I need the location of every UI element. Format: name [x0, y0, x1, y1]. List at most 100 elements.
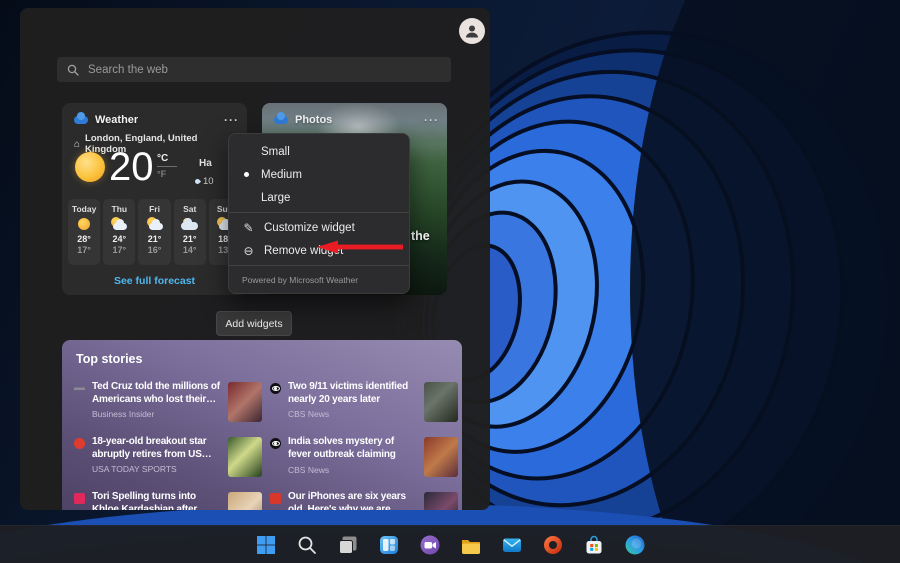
menu-item-large[interactable]: Large: [229, 186, 409, 209]
microsoft-store-button[interactable]: [579, 530, 609, 560]
news-thumbnail: [228, 437, 262, 477]
humidity-row: 10: [195, 176, 214, 187]
news-thumbnail: [424, 382, 458, 422]
news-item[interactable]: Two 9/11 victims identified nearly 20 ye…: [270, 380, 458, 429]
photos-title: Photos: [295, 114, 417, 126]
person-icon: [464, 23, 480, 39]
start-icon: [254, 533, 278, 557]
humidity-value-fragment: 10: [203, 176, 214, 187]
menu-divider: [229, 212, 409, 213]
top-stories-title: Top stories: [76, 352, 142, 366]
current-temp: 20: [109, 145, 154, 189]
task-view-button[interactable]: [333, 530, 363, 560]
news-source: CBS News: [288, 465, 417, 475]
weather-location-row[interactable]: ⌂ London, England, United Kingdom ✎: [74, 133, 237, 155]
menu-item-medium[interactable]: Medium: [229, 163, 409, 186]
news-item[interactable]: India solves mystery of fever outbreak c…: [270, 435, 458, 484]
task-view-icon: [336, 533, 360, 557]
search-icon: [295, 533, 319, 557]
news-thumbnail: [424, 437, 458, 477]
pencil-icon: ✎: [242, 221, 255, 235]
widget-context-menu: Small Medium Large ✎ Customize widget ⊖ …: [228, 133, 410, 294]
news-headline: Our iPhones are six years old. Here's wh…: [288, 490, 417, 510]
avatar[interactable]: [459, 18, 485, 44]
usa-today-sports-icon: [74, 438, 85, 449]
droplet-icon: [194, 178, 201, 185]
forecast-day[interactable]: Sat 21° 14°: [174, 199, 206, 265]
edge-icon: [623, 533, 647, 557]
unit-fahrenheit[interactable]: °F: [157, 169, 177, 179]
weather-location: London, England, United Kingdom: [85, 133, 224, 155]
news-item[interactable]: Our iPhones are six years old. Here's wh…: [270, 490, 458, 510]
taskbar-search-button[interactable]: [292, 530, 322, 560]
weather-title: Weather: [95, 114, 217, 126]
cbs-news-icon: [270, 383, 281, 394]
home-icon: ⌂: [74, 139, 80, 150]
taskbar: [0, 525, 900, 563]
mail-icon: [500, 533, 524, 557]
partly-cloudy-icon: [109, 217, 129, 232]
weather-widget[interactable]: Weather ··· ⌂ London, England, United Ki…: [62, 103, 247, 295]
top-stories-grid: Ted Cruz told the millions of Americans …: [74, 380, 458, 510]
office-icon: [541, 533, 565, 557]
news-headline: 18-year-old breakout star abruptly retir…: [92, 435, 221, 461]
news-headline: Tori Spelling turns into Khloe Kardashia…: [92, 490, 221, 510]
chat-button[interactable]: [415, 530, 445, 560]
photos-header: Photos ···: [274, 111, 439, 129]
forecast-day[interactable]: Fri 21° 16°: [138, 199, 170, 265]
top-stories-widget: Top stories Ted Cruz told the millions o…: [62, 340, 462, 510]
news-source: USA TODAY SPORTS: [92, 464, 221, 474]
weather-logo-icon: [74, 116, 88, 124]
news-source: Business Insider: [92, 409, 221, 419]
business-insider-icon: [74, 383, 85, 394]
widgets-button[interactable]: [374, 530, 404, 560]
unit-toggle[interactable]: °C °F: [157, 153, 177, 179]
remove-circle-icon: ⊖: [242, 244, 255, 258]
weather-header: Weather ···: [74, 111, 239, 129]
cbs-news-icon: [270, 438, 281, 449]
news-thumbnail: [424, 492, 458, 510]
sunny-icon: [74, 217, 94, 232]
red-news-icon: [270, 493, 281, 504]
weather-more-icon[interactable]: ···: [224, 113, 239, 127]
unit-celsius[interactable]: °C: [157, 153, 177, 167]
partly-cloudy-icon: [145, 217, 165, 232]
news-item[interactable]: Tori Spelling turns into Khloe Kardashia…: [74, 490, 262, 510]
cloudy-icon: [180, 217, 200, 232]
photo-caption-fragment: the: [411, 229, 430, 243]
selected-dot-icon: [244, 172, 249, 177]
see-full-forecast-link[interactable]: See full forecast: [62, 275, 247, 287]
news-headline: Two 9/11 victims identified nearly 20 ye…: [288, 380, 417, 406]
menu-item-small[interactable]: Small: [229, 140, 409, 163]
add-widgets-button[interactable]: Add widgets: [216, 311, 292, 336]
photos-more-icon[interactable]: ···: [424, 113, 439, 127]
news-item[interactable]: 18-year-old breakout star abruptly retir…: [74, 435, 262, 484]
office-button[interactable]: [538, 530, 568, 560]
desktop: Search the web Weather ··· ⌂ London, Eng…: [0, 0, 900, 563]
microsoft-store-icon: [582, 533, 606, 557]
menu-footer: Powered by Microsoft Weather: [229, 269, 409, 285]
edge-button[interactable]: [620, 530, 650, 560]
search-input[interactable]: Search the web: [57, 57, 451, 82]
menu-item-customize-widget[interactable]: ✎ Customize widget: [229, 216, 409, 239]
widgets-panel: Search the web Weather ··· ⌂ London, Eng…: [20, 8, 490, 510]
news-thumbnail: [228, 492, 262, 510]
forecast-day[interactable]: Today 28° 17°: [68, 199, 100, 265]
news-source: CBS News: [288, 409, 417, 419]
search-placeholder: Search the web: [88, 64, 168, 76]
forecast-day[interactable]: Thu 24° 17°: [103, 199, 135, 265]
file-explorer-icon: [459, 533, 483, 557]
search-icon: [67, 64, 79, 76]
widgets-icon: [377, 533, 401, 557]
condition-text-fragment: Ha: [199, 158, 212, 169]
start-button[interactable]: [251, 530, 281, 560]
mail-button[interactable]: [497, 530, 527, 560]
file-explorer-button[interactable]: [456, 530, 486, 560]
news-headline: India solves mystery of fever outbreak c…: [288, 435, 417, 462]
photos-logo-icon: [274, 116, 288, 124]
entertainment-icon: [74, 493, 85, 504]
news-thumbnail: [228, 382, 262, 422]
menu-divider: [229, 265, 409, 266]
chat-icon: [418, 533, 442, 557]
news-item[interactable]: Ted Cruz told the millions of Americans …: [74, 380, 262, 429]
